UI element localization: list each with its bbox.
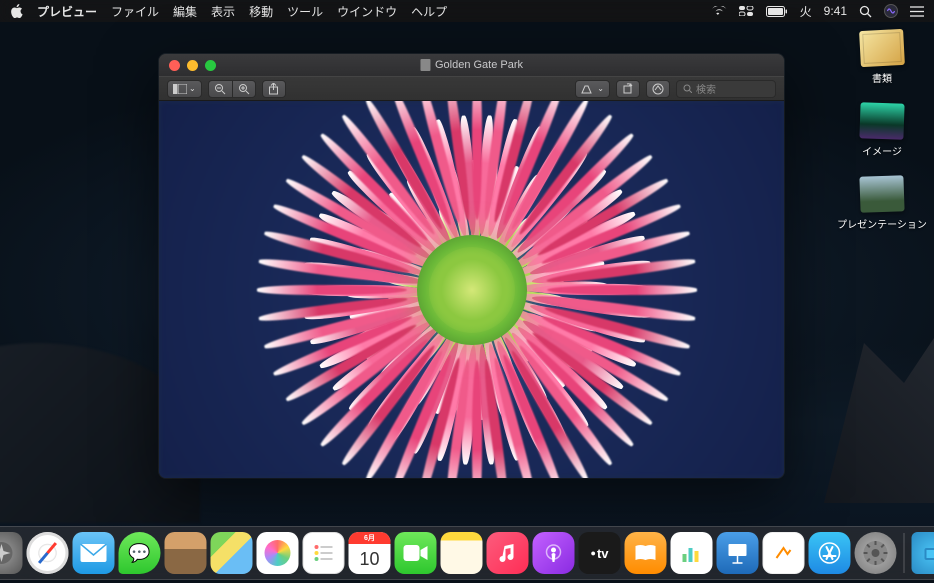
window-titlebar[interactable]: Golden Gate Park bbox=[159, 54, 784, 76]
dock-podcasts[interactable] bbox=[533, 532, 575, 574]
calendar-day-label: 10 bbox=[349, 544, 391, 574]
dock-downloads[interactable] bbox=[912, 532, 934, 574]
zoom-in-button[interactable] bbox=[232, 80, 256, 98]
window-zoom-button[interactable] bbox=[205, 60, 216, 71]
menu-clock[interactable]: 9:41 bbox=[824, 4, 847, 18]
window-toolbar: ⌄ ⌄ 検索 bbox=[159, 76, 784, 101]
flower-image bbox=[232, 101, 712, 478]
desktop-folder-documents[interactable]: 書類 bbox=[842, 30, 922, 85]
desktop-folder-images[interactable]: イメージ bbox=[842, 103, 922, 158]
window-minimize-button[interactable] bbox=[187, 60, 198, 71]
app-name-menu[interactable]: プレビュー bbox=[37, 3, 97, 20]
spotlight-icon[interactable] bbox=[859, 5, 872, 18]
notification-center-icon[interactable] bbox=[910, 6, 924, 17]
menu-file[interactable]: ファイル bbox=[111, 3, 159, 20]
wifi-icon[interactable] bbox=[711, 6, 727, 17]
dock-system-preferences[interactable] bbox=[855, 532, 897, 574]
dock-contacts[interactable] bbox=[165, 532, 207, 574]
menu-go[interactable]: 移動 bbox=[249, 3, 273, 20]
dock-reminders[interactable] bbox=[303, 532, 345, 574]
battery-icon[interactable] bbox=[766, 6, 788, 17]
sidebar-view-button[interactable]: ⌄ bbox=[167, 80, 202, 98]
rotate-button[interactable] bbox=[616, 80, 640, 98]
presentations-thumbnail-icon bbox=[859, 175, 904, 213]
menu-window[interactable]: ウインドウ bbox=[337, 3, 397, 20]
dock-maps[interactable] bbox=[211, 532, 253, 574]
desktop-icon-label: 書類 bbox=[872, 70, 892, 85]
documents-thumbnail-icon bbox=[859, 29, 905, 67]
dock-notes[interactable] bbox=[441, 532, 483, 574]
desktop-icons-area: 書類 イメージ プレゼンテーション bbox=[842, 30, 922, 231]
desktop-icon-label: イメージ bbox=[862, 143, 902, 158]
dock-keynote[interactable] bbox=[717, 532, 759, 574]
document-proxy-icon[interactable] bbox=[420, 59, 430, 71]
menu-help[interactable]: ヘルプ bbox=[411, 3, 447, 20]
dock-safari[interactable] bbox=[27, 532, 69, 574]
dock-books[interactable] bbox=[625, 532, 667, 574]
dock-appstore[interactable] bbox=[809, 532, 851, 574]
preview-window: Golden Gate Park ⌄ ⌄ bbox=[159, 54, 784, 478]
markup-button[interactable] bbox=[646, 80, 670, 98]
images-thumbnail-icon bbox=[859, 102, 904, 140]
dock-photos[interactable] bbox=[257, 532, 299, 574]
search-placeholder: 検索 bbox=[696, 81, 716, 96]
control-center-icon[interactable] bbox=[739, 6, 754, 16]
highlight-button[interactable]: ⌄ bbox=[575, 80, 610, 98]
siri-icon[interactable] bbox=[884, 4, 898, 18]
dock-messages[interactable]: 💬 bbox=[119, 532, 161, 574]
menu-edit[interactable]: 編集 bbox=[173, 3, 197, 20]
dock-music[interactable] bbox=[487, 532, 529, 574]
dock-facetime[interactable] bbox=[395, 532, 437, 574]
dock-separator bbox=[904, 533, 905, 573]
desktop-folder-presentations[interactable]: プレゼンテーション bbox=[842, 176, 922, 231]
desktop-icon-label: プレゼンテーション bbox=[837, 216, 927, 231]
calendar-month-label: 6月 bbox=[349, 532, 391, 544]
menu-view[interactable]: 表示 bbox=[211, 3, 235, 20]
dock-mail[interactable] bbox=[73, 532, 115, 574]
dock-pages[interactable] bbox=[763, 532, 805, 574]
apple-menu-icon[interactable] bbox=[10, 4, 23, 18]
dock-launchpad[interactable] bbox=[0, 532, 23, 574]
menu-tools[interactable]: ツール bbox=[287, 3, 323, 20]
zoom-out-button[interactable] bbox=[208, 80, 232, 98]
menu-day[interactable]: 火 bbox=[800, 3, 812, 20]
window-title: Golden Gate Park bbox=[420, 59, 523, 71]
menu-bar: プレビュー ファイル 編集 表示 移動 ツール ウインドウ ヘルプ 火 9:41 bbox=[0, 0, 934, 22]
dock: 💬 6月 10 ●tv bbox=[0, 526, 934, 580]
window-title-text: Golden Gate Park bbox=[435, 59, 523, 71]
window-close-button[interactable] bbox=[169, 60, 180, 71]
dock-numbers[interactable] bbox=[671, 532, 713, 574]
image-viewport[interactable] bbox=[159, 101, 784, 478]
dock-tv[interactable]: ●tv bbox=[579, 532, 621, 574]
dock-calendar[interactable]: 6月 10 bbox=[349, 532, 391, 574]
search-field[interactable]: 検索 bbox=[676, 80, 776, 98]
share-button[interactable] bbox=[262, 80, 286, 98]
